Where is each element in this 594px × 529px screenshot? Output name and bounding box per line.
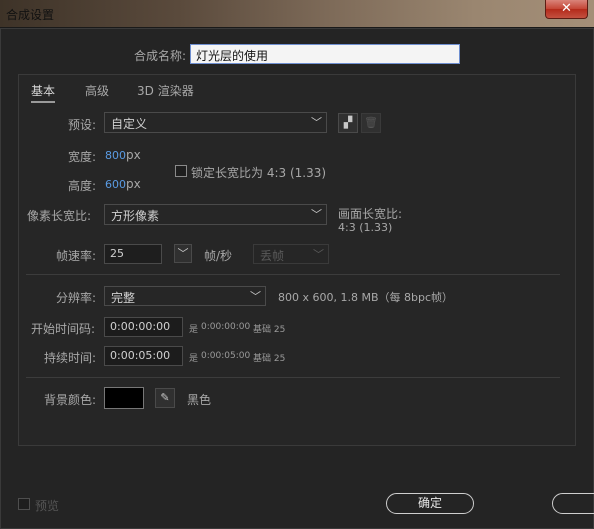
chevron-down-icon: ﹀ [311, 208, 322, 221]
comp-name-input[interactable]: 灯光层的使用 [190, 44, 460, 64]
background-color-swatch[interactable] [104, 387, 144, 409]
preview-checkbox[interactable] [18, 498, 30, 510]
divider [26, 377, 560, 378]
chevron-down-icon: ﹀ [311, 116, 322, 129]
start-timecode-base: 基础 25 [253, 325, 286, 335]
cancel-button[interactable] [552, 493, 594, 514]
chevron-down-icon: ﹀ [177, 247, 189, 260]
height-unit: px [126, 177, 141, 191]
duration-info: 0:00:05:00 [201, 351, 251, 361]
frame-rate-unit: 帧/秒 [204, 249, 233, 263]
background-color-label: 背景颜色: [44, 393, 97, 407]
preset-value: 自定义 [111, 117, 148, 131]
frame-aspect-value: 4:3 (1.33) [338, 221, 393, 234]
width-value[interactable]: 800 [105, 149, 126, 162]
title-bar: 合成设置 ✕ [0, 0, 594, 28]
lock-aspect-checkbox[interactable] [175, 165, 187, 177]
eyedropper-icon: ✎ [160, 391, 170, 404]
chevron-down-icon: ﹀ [250, 290, 261, 303]
background-color-name: 黑色 [187, 393, 212, 407]
tab-advanced[interactable]: 高级 [85, 82, 109, 99]
frame-rate-dropdown[interactable]: ﹀ [174, 244, 192, 263]
width-label: 宽度: [68, 150, 97, 164]
start-timecode-input[interactable]: 0:00:00:00 [104, 317, 183, 337]
frame-rate-label: 帧速率: [56, 249, 97, 263]
chevron-down-icon: ﹀ [313, 248, 324, 261]
duration-base: 基础 25 [253, 354, 286, 364]
new-preset-button[interactable]: ▞ [338, 113, 358, 133]
new-preset-icon: ▞ [343, 116, 353, 129]
drop-frame-value: 丢帧 [260, 249, 285, 263]
lock-aspect-label: 锁定长宽比为 4:3 (1.33) [191, 166, 327, 180]
drop-frame-select[interactable]: 丢帧 ﹀ [253, 244, 329, 264]
window-title: 合成设置 [6, 8, 55, 22]
tab-basic[interactable]: 基本 [31, 82, 56, 103]
pixel-aspect-select[interactable]: 方形像素 ﹀ [104, 204, 327, 225]
frame-aspect-label: 画面长宽比: [338, 207, 403, 221]
delete-preset-button[interactable]: 🗑 [361, 113, 381, 133]
pixel-aspect-value: 方形像素 [111, 209, 160, 223]
trash-icon: 🗑 [364, 116, 378, 129]
preset-label: 预设: [68, 118, 97, 132]
resolution-info: 800 x 600, 1.8 MB（每 8bpc帧） [278, 291, 454, 304]
start-timecode-label: 开始时间码: [31, 322, 96, 336]
resolution-value: 完整 [111, 291, 136, 305]
width-unit: px [126, 148, 141, 162]
preset-select[interactable]: 自定义 ﹀ [104, 112, 327, 133]
start-timecode-prefix: 是 [189, 325, 199, 335]
frame-rate-input[interactable]: 25 [104, 244, 162, 264]
duration-prefix: 是 [189, 354, 199, 364]
eyedropper-button[interactable]: ✎ [155, 388, 175, 408]
start-timecode-info: 0:00:00:00 [201, 322, 251, 332]
close-button[interactable]: ✕ [545, 0, 588, 19]
preview-label: 预览 [35, 499, 60, 513]
ok-button[interactable]: 确定 [386, 493, 474, 514]
height-label: 高度: [68, 179, 97, 193]
duration-label: 持续时间: [44, 351, 97, 365]
comp-name-label: 合成名称: [134, 49, 187, 63]
duration-input[interactable]: 0:00:05:00 [104, 346, 183, 366]
resolution-select[interactable]: 完整 ﹀ [104, 286, 266, 306]
divider [26, 274, 560, 275]
pixel-aspect-label: 像素长宽比: [27, 209, 92, 223]
height-value[interactable]: 600 [105, 178, 126, 191]
resolution-label: 分辨率: [56, 291, 97, 305]
close-icon: ✕ [561, 1, 572, 16]
tab-3d-renderer[interactable]: 3D 渲染器 [137, 82, 194, 99]
